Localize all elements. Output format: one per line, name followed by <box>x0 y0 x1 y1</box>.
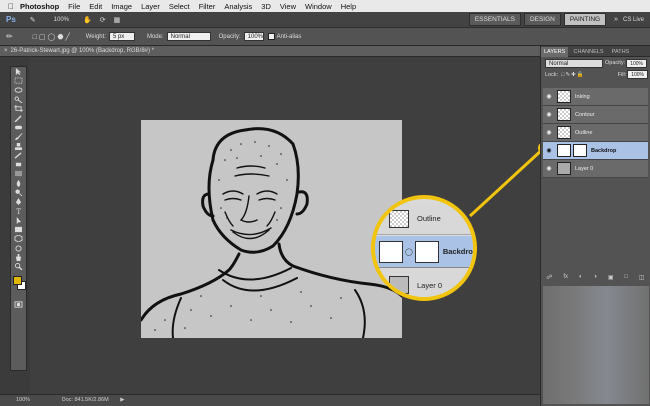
status-zoom[interactable]: 100% <box>16 397 30 403</box>
blend-mode-select[interactable]: Normal <box>545 58 603 68</box>
layer-mask-thumbnail <box>573 144 587 157</box>
eye-icon[interactable]: ◉ <box>543 111 555 118</box>
foreground-color-swatch[interactable] <box>13 275 22 285</box>
tab-layers[interactable]: LAYERS <box>541 47 569 57</box>
doc-size: Doc: 841.5K/2.86M <box>61 397 109 403</box>
tab-paths[interactable]: PATHS <box>609 47 633 57</box>
layer-thumbnail <box>557 126 571 139</box>
layer-thumbnail <box>557 162 571 175</box>
fx-icon[interactable]: fx <box>563 274 568 280</box>
layer-name[interactable]: Contour <box>575 112 595 118</box>
layer-row-inking[interactable]: ◉ Inking <box>543 88 648 106</box>
layer-thumbnail <box>557 108 571 121</box>
lock-controls: Lock: □✎✚🔒 Fill: 100% <box>541 69 650 80</box>
layer-name[interactable]: Layer 0 <box>575 166 593 172</box>
panel-tab-bar: LAYERS CHANNELS PATHS <box>541 46 650 57</box>
lock-label: Lock: <box>545 71 559 78</box>
layer-row-layer0[interactable]: ◉ Layer 0 <box>543 160 648 178</box>
layer-thumbnail <box>557 144 571 157</box>
layer-row-contour[interactable]: ◉ Contour <box>543 106 648 124</box>
layer-name[interactable]: Backdrop <box>591 148 616 154</box>
eye-icon[interactable]: ◉ <box>543 129 555 136</box>
fill-input[interactable]: 100% <box>627 70 648 79</box>
layer-thumbnail <box>557 90 571 103</box>
layers-controls: Normal Opacity: 100% <box>541 57 650 69</box>
layer-row-outline[interactable]: ◉ Outline <box>543 124 648 142</box>
adjustment-icon[interactable]: ◑ <box>593 274 597 280</box>
layer-row-backdrop[interactable]: ◉ Backdrop <box>543 142 648 160</box>
fill-label: Fill: <box>617 71 627 78</box>
eye-icon[interactable]: ◉ <box>543 93 555 100</box>
tab-channels[interactable]: CHANNELS <box>571 47 607 57</box>
mask-icon[interactable]: ◐ <box>579 274 583 280</box>
lock-icons[interactable]: □✎✚🔒 <box>561 72 584 78</box>
panel-opacity-label: Opacity: <box>605 60 626 66</box>
eye-icon[interactable]: ◉ <box>543 165 555 172</box>
status-bar: 100% Doc: 841.5K/2.86M ▶ <box>0 394 540 406</box>
eye-icon[interactable]: ◉ <box>543 147 555 154</box>
panel-scroll-blur <box>543 286 649 404</box>
link-layers-icon[interactable]: ☍ <box>546 274 552 281</box>
layer-name[interactable]: Outline <box>575 130 592 136</box>
scroll-arrow-icon[interactable]: ▶ <box>120 397 124 403</box>
new-layer-icon[interactable]: □ <box>624 274 628 280</box>
panel-opacity-input[interactable]: 100% <box>626 58 647 68</box>
layer-name[interactable]: Inking <box>575 94 590 100</box>
panel-footer: ☍ fx ◐ ◑ ▣ □ ◫ <box>541 272 650 282</box>
folder-icon[interactable]: ▣ <box>608 274 614 281</box>
trash-icon[interactable]: ◫ <box>639 274 645 281</box>
